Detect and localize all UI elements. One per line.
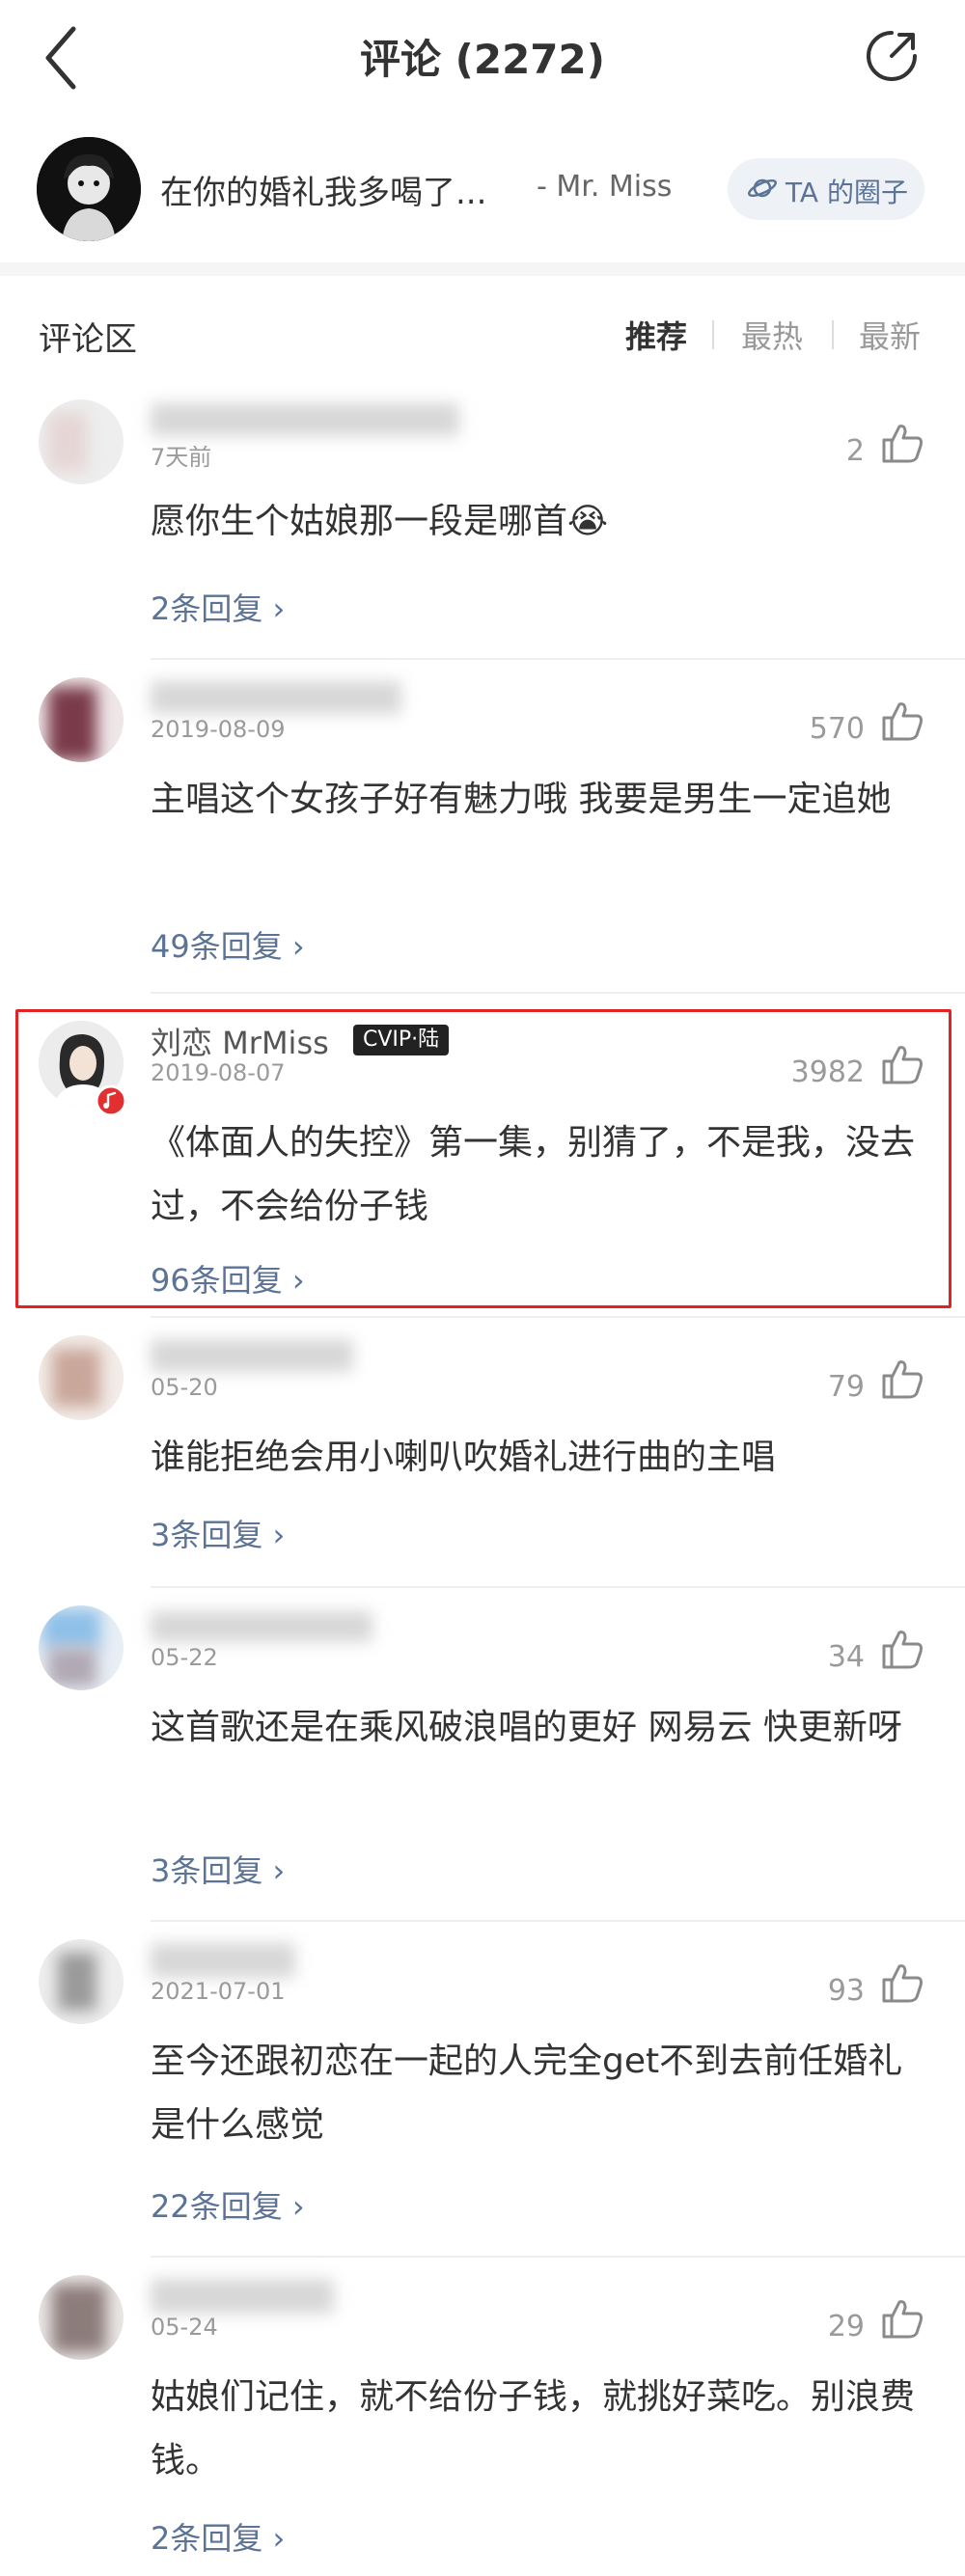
avatar[interactable] [39, 1939, 124, 2024]
comment-date: 2021-07-01 [151, 1978, 286, 2005]
blurred-username [151, 2279, 334, 2314]
replies-link[interactable]: 49条回复 › [151, 922, 305, 967]
like-button[interactable] [880, 1960, 924, 2005]
avatar[interactable] [39, 677, 124, 762]
tab-divider [832, 320, 834, 349]
replies-link[interactable]: 2条回复 › [151, 585, 285, 629]
blurred-username [151, 1339, 353, 1372]
divider [151, 992, 965, 994]
comment-item: 05-24 29 姑娘们记住，就不给份子钱，就挑好菜吃。别浪费钱。 2条回复 › [0, 2258, 965, 2576]
blurred-username [151, 1943, 295, 1978]
like-count: 93 [827, 1974, 865, 2008]
like-count: 570 [809, 712, 865, 746]
comment-section-header: 评论区 推荐 最热 最新 [0, 286, 965, 382]
avatar[interactable] [39, 399, 124, 484]
comment-text: 至今还跟初恋在一起的人完全get不到去前任婚礼是什么感觉 [151, 2042, 903, 2145]
replies-link[interactable]: 96条回复 › [151, 1256, 305, 1301]
like-count: 2 [845, 434, 865, 468]
comment-item: 05-20 79 谁能拒绝会用小喇叭吹婚礼进行曲的主唱 3条回复 › [0, 1318, 965, 1588]
comment-item: 2019-08-09 570 主唱这个女孩子好有魅力哦 我要是男生一定追她 49… [0, 660, 965, 994]
like-count: 3982 [790, 1055, 865, 1089]
replies-link[interactable]: 3条回复 › [151, 1847, 285, 1891]
comment-text: 《体面人的失控》第一集，别猜了，不是我，没去过，不会给份子钱 [151, 1123, 916, 1226]
comment-item-highlighted: 刘恋 MrMiss CVIP·陆 2019-08-07 3982 《体面人的失控… [0, 1003, 965, 1318]
tab-hottest[interactable]: 最热 [741, 313, 803, 357]
avatar[interactable] [39, 1605, 124, 1690]
section-title: 评论区 [39, 320, 137, 359]
page-title: 评论 (2272) [360, 36, 605, 83]
blurred-username [151, 403, 459, 436]
thumbs-up-icon [882, 1360, 923, 1399]
comment-text: 谁能拒绝会用小喇叭吹婚礼进行曲的主唱 [151, 1438, 777, 1477]
comment-date: 2019-08-07 [151, 1059, 286, 1086]
vip-badge: CVIP·陆 [353, 1025, 450, 1055]
comment-date: 2019-08-09 [151, 716, 286, 743]
like-count: 29 [827, 2310, 865, 2343]
like-button[interactable] [880, 699, 924, 743]
thumbs-up-icon [882, 1631, 923, 1669]
like-count: 79 [827, 1370, 865, 1404]
like-count: 34 [827, 1640, 865, 1674]
comment-item: 7天前 2 愿你生个姑娘那一段是哪首😭 2条回复 › [0, 382, 965, 660]
comment-date: 05-24 [151, 2314, 218, 2341]
music-note-badge-icon [95, 1084, 127, 1117]
tab-newest[interactable]: 最新 [859, 313, 921, 357]
section-separator [0, 262, 965, 276]
comment-item: 2021-07-01 93 至今还跟初恋在一起的人完全get不到去前任婚礼是什么… [0, 1922, 965, 2258]
thumbs-up-icon [882, 1046, 923, 1084]
comment-date: 05-20 [151, 1374, 218, 1401]
comment-text: 主唱这个女孩子好有魅力哦 我要是男生一定追她 [151, 780, 892, 819]
avatar[interactable] [39, 1335, 124, 1420]
like-button[interactable] [880, 1042, 924, 1086]
avatar[interactable] [39, 2275, 124, 2360]
replies-link[interactable]: 22条回复 › [151, 2182, 305, 2227]
thumbs-up-icon [882, 425, 923, 463]
circle-label: TA 的圈子 [786, 177, 908, 208]
song-artist: - Mr. Miss [537, 170, 673, 204]
thumbs-up-icon [882, 1964, 923, 2003]
thumbs-up-icon [882, 2300, 923, 2339]
comment-date: 05-22 [151, 1644, 218, 1671]
planet-icon [747, 178, 778, 198]
comment-text: 姑娘们记住，就不给份子钱，就挑好菜吃。别浪费钱。 [151, 2377, 916, 2480]
comment-text: 愿你生个姑娘那一段是哪首😭 [151, 502, 609, 541]
replies-link[interactable]: 3条回复 › [151, 1511, 285, 1555]
like-button[interactable] [880, 1357, 924, 1401]
username[interactable]: 刘恋 MrMiss [151, 1019, 329, 1063]
replies-link[interactable]: 2条回复 › [151, 2514, 285, 2559]
blurred-username [151, 1611, 372, 1642]
tab-divider [712, 320, 714, 349]
share-icon [867, 31, 917, 81]
like-button[interactable] [880, 421, 924, 465]
like-button[interactable] [880, 2296, 924, 2341]
album-cover [37, 137, 141, 241]
tab-recommended[interactable]: 推荐 [625, 313, 687, 357]
comment-text: 这首歌还是在乘风破浪唱的更好 网易云 快更新呀 [151, 1708, 902, 1747]
thumbs-up-icon [882, 702, 923, 741]
top-nav-bar: 评论 (2272) [0, 0, 965, 116]
share-button[interactable] [863, 27, 921, 85]
song-title: 在你的婚礼我多喝了... [160, 174, 487, 212]
song-info-bar[interactable]: 在你的婚礼我多喝了... - Mr. Miss TA 的圈子 [0, 133, 965, 247]
comment-item: 05-22 34 这首歌还是在乘风破浪唱的更好 网易云 快更新呀 3条回复 › [0, 1588, 965, 1922]
blurred-username [151, 681, 401, 714]
ta-circle-button[interactable]: TA 的圈子 [728, 158, 924, 220]
comment-date: 7天前 [151, 444, 212, 471]
like-button[interactable] [880, 1627, 924, 1671]
